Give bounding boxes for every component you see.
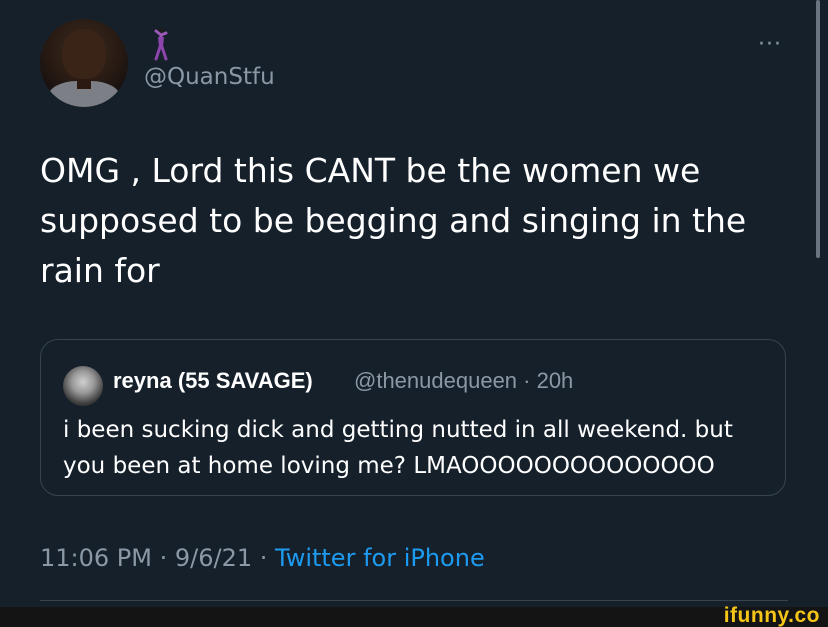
tweet-source-link[interactable]: Twitter for iPhone (275, 544, 485, 572)
quoted-author-avatar[interactable] (63, 366, 103, 406)
tweet-screen: @QuanStfu ··· OMG , Lord this CANT be th… (0, 0, 828, 627)
author-avatar[interactable] (40, 19, 128, 107)
tweet-text: OMG , Lord this CANT be the women we sup… (40, 151, 747, 290)
ifunny-watermark: ifunny.co (723, 604, 820, 627)
quoted-author-handle-time: @thenudequeen · 20h (354, 368, 574, 393)
quoted-tweet-text: i been sucking dick and getting nutted i… (63, 417, 733, 479)
tweet-timestamp[interactable]: 11:06 PM · 9/6/21 · (40, 544, 275, 572)
scrollbar[interactable] (816, 0, 820, 258)
more-options-icon[interactable]: ··· (754, 33, 786, 57)
dancer-emoji-icon (154, 28, 168, 61)
quoted-author-name[interactable]: reyna (55 SAVAGE) (113, 368, 313, 394)
tweet-footer: 11:06 PM · 9/6/21 · Twitter for iPhone (40, 544, 485, 572)
author-handle[interactable]: @QuanStfu (144, 64, 275, 90)
divider (40, 600, 788, 601)
quoted-tweet[interactable]: reyna (55 SAVAGE) @thenudequeen · 20h i … (40, 339, 786, 496)
watermark-bar (0, 607, 828, 627)
avatar-face (62, 29, 106, 79)
